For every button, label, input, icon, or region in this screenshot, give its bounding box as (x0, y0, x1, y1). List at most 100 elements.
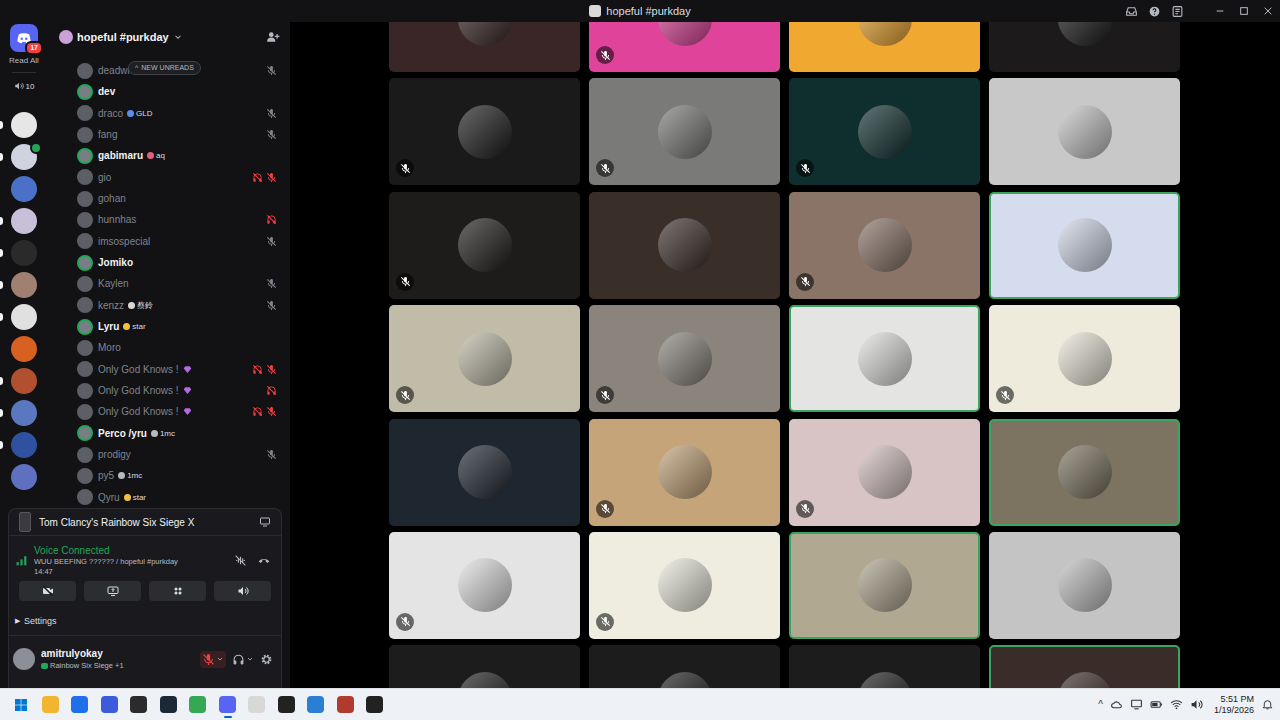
gear-icon[interactable] (260, 653, 273, 666)
participant-tile[interactable] (989, 305, 1180, 412)
participant-tile[interactable] (989, 192, 1180, 299)
taskbar-app[interactable] (65, 690, 95, 720)
read-all-button[interactable]: Read All (9, 56, 39, 66)
chevron-down-icon[interactable] (216, 655, 224, 663)
participant-tile[interactable] (989, 532, 1180, 639)
taskbar-app[interactable] (360, 690, 390, 720)
headphone-control[interactable] (230, 651, 256, 668)
camera-button[interactable] (19, 581, 76, 601)
maximize-icon[interactable] (1232, 0, 1256, 22)
server-item[interactable] (0, 272, 48, 298)
taskbar-app[interactable] (36, 690, 66, 720)
server-item[interactable] (0, 304, 48, 330)
minimize-icon[interactable] (1208, 0, 1232, 22)
headphones-icon[interactable] (232, 653, 245, 666)
chevron-down-icon[interactable] (173, 32, 183, 42)
participant-tile[interactable] (789, 22, 980, 72)
taskbar-app[interactable] (124, 690, 154, 720)
tray-toggle[interactable]: ^ (1098, 699, 1103, 710)
participant-tile[interactable] (589, 22, 780, 72)
participant-tile[interactable] (789, 532, 980, 639)
start-button[interactable] (6, 690, 36, 720)
wifi-icon[interactable] (1170, 698, 1183, 711)
member-row[interactable]: Kaylen (48, 273, 290, 294)
participant-tile[interactable] (589, 532, 780, 639)
participant-tile[interactable] (589, 192, 780, 299)
disconnect-icon[interactable] (257, 553, 271, 567)
participant-tile[interactable] (789, 645, 980, 688)
participant-tile[interactable] (589, 645, 780, 688)
member-row[interactable]: prodigy (48, 444, 290, 465)
participant-tile[interactable] (389, 645, 580, 688)
activity-row[interactable]: Tom Clancy's Rainbow Six Siege X (9, 509, 281, 535)
participant-tile[interactable] (789, 305, 980, 412)
member-row[interactable]: gio (48, 167, 290, 188)
server-item[interactable] (0, 176, 48, 202)
member-row[interactable]: kenzz蔡鈴 (48, 295, 290, 316)
screen-icon[interactable] (259, 516, 271, 528)
server-item[interactable] (0, 400, 48, 426)
member-row[interactable]: Moro (48, 337, 290, 358)
participant-tile[interactable] (589, 78, 780, 185)
member-row[interactable]: py51mc (48, 465, 290, 486)
member-row[interactable]: gabimaruaq (48, 145, 290, 166)
participant-tile[interactable] (789, 192, 980, 299)
taskbar-app[interactable] (301, 690, 331, 720)
cloud-icon[interactable] (1110, 698, 1123, 711)
mic-control[interactable] (200, 651, 226, 668)
server-header[interactable]: hopeful #purkday (48, 22, 290, 52)
taskbar-app[interactable] (154, 690, 184, 720)
participant-tile[interactable] (789, 419, 980, 526)
help-icon[interactable] (1148, 5, 1161, 18)
member-row[interactable]: Perco /yru1mc (48, 423, 290, 444)
checklist-icon[interactable] (1171, 5, 1184, 18)
soundboard-button[interactable] (214, 581, 271, 601)
taskbar-app[interactable] (213, 690, 243, 720)
server-item[interactable] (0, 144, 48, 170)
voice-channel[interactable]: WUU BEEFING ?????? / hopeful #purkday (34, 557, 178, 566)
chevron-down-icon[interactable] (246, 655, 254, 663)
bell-icon[interactable] (1261, 698, 1274, 711)
member-row[interactable]: Only God Knows ! (48, 380, 290, 401)
taskbar-app[interactable] (183, 690, 213, 720)
member-row[interactable]: Lyrustar (48, 316, 290, 337)
participant-tile[interactable] (989, 419, 1180, 526)
add-member-icon[interactable] (266, 30, 280, 44)
screen-share-button[interactable] (84, 581, 141, 601)
voice-count[interactable]: 10 (14, 77, 35, 95)
signal-icon[interactable] (15, 554, 28, 567)
member-row[interactable]: imsospecial (48, 231, 290, 252)
clock[interactable]: 5:51 PM1/19/2026 (1214, 694, 1254, 716)
participant-tile[interactable] (589, 305, 780, 412)
taskbar-app[interactable] (272, 690, 302, 720)
member-row[interactable]: Qyrustar (48, 487, 290, 508)
settings-toggle[interactable]: ▶Settings (9, 607, 281, 635)
member-row[interactable]: hunnhas (48, 209, 290, 230)
member-row[interactable]: fang (48, 124, 290, 145)
server-name[interactable]: hopeful #purkday (77, 31, 169, 43)
monitor-icon[interactable] (1130, 698, 1143, 711)
new-unreads-pill[interactable]: ^NEW UNREADS (128, 61, 201, 75)
participant-tile[interactable] (389, 532, 580, 639)
participant-tile[interactable] (389, 419, 580, 526)
server-item[interactable] (0, 464, 48, 490)
member-row[interactable]: gohan (48, 188, 290, 209)
member-row[interactable]: Only God Knows ! (48, 359, 290, 380)
noise-suppression-icon[interactable] (234, 554, 247, 567)
member-row[interactable]: dracoGLD (48, 103, 290, 124)
server-item[interactable] (0, 336, 48, 362)
server-item[interactable] (0, 240, 48, 266)
member-row[interactable]: Only God Knows ! (48, 401, 290, 422)
inbox-icon[interactable] (1125, 5, 1138, 18)
user-avatar[interactable] (13, 648, 35, 670)
participant-tile[interactable] (389, 305, 580, 412)
participant-tile[interactable] (989, 78, 1180, 185)
participant-tile[interactable] (989, 22, 1180, 72)
member-row[interactable]: Jomiko (48, 252, 290, 273)
participant-tile[interactable] (589, 419, 780, 526)
taskbar-app[interactable] (95, 690, 125, 720)
participant-tile[interactable] (789, 78, 980, 185)
server-item[interactable] (0, 368, 48, 394)
member-row[interactable]: dev (48, 81, 290, 102)
taskbar-app[interactable] (331, 690, 361, 720)
